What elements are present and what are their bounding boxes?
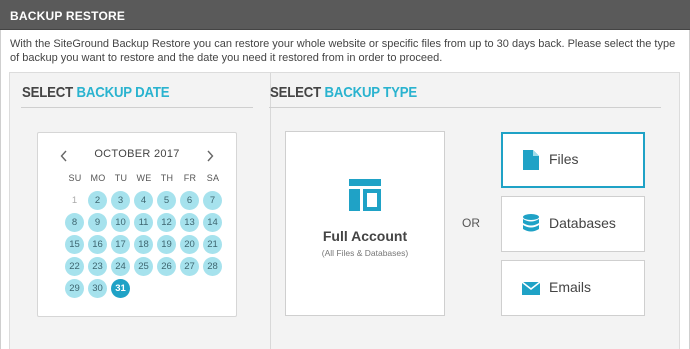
- calendar-day[interactable]: 26: [157, 257, 176, 276]
- databases-option[interactable]: Databases: [501, 196, 645, 252]
- calendar-day[interactable]: 20: [180, 235, 199, 254]
- calendar-day[interactable]: 16: [88, 235, 107, 254]
- calendar-day[interactable]: 4: [134, 191, 153, 210]
- files-option[interactable]: Files: [501, 132, 645, 188]
- date-calendar: OCTOBER 2017 SU MO TU WE TH FR SA 1 2 3 4 5 6 7 8 9 10 11…: [37, 132, 237, 317]
- calendar-day[interactable]: 14: [203, 213, 222, 232]
- layout-icon: [349, 179, 381, 211]
- calendar-day[interactable]: 29: [65, 279, 84, 298]
- calendar-day[interactable]: 21: [203, 235, 222, 254]
- calendar-day[interactable]: 5: [157, 191, 176, 210]
- full-account-option[interactable]: Full Account (All Files & Databases): [285, 131, 445, 316]
- full-account-subtitle: (All Files & Databases): [321, 248, 409, 258]
- column-divider: [270, 73, 271, 349]
- file-icon: [523, 150, 539, 170]
- calendar-day[interactable]: 18: [134, 235, 153, 254]
- calendar-day[interactable]: 9: [88, 213, 107, 232]
- date-heading-plain: SELECT: [22, 84, 74, 101]
- calendar-day[interactable]: 27: [180, 257, 199, 276]
- calendar-day[interactable]: 24: [111, 257, 130, 276]
- calendar-day[interactable]: 22: [65, 257, 84, 276]
- weekday-label: TH: [160, 173, 174, 183]
- envelope-icon: [522, 281, 540, 295]
- date-heading-accent: BACKUP DATE: [76, 84, 170, 101]
- calendar-day[interactable]: 15: [65, 235, 84, 254]
- calendar-day[interactable]: 19: [157, 235, 176, 254]
- calendar-day[interactable]: 17: [111, 235, 130, 254]
- type-heading-plain: SELECT: [270, 84, 322, 101]
- calendar-day[interactable]: 6: [180, 191, 199, 210]
- calendar-day[interactable]: 7: [203, 191, 222, 210]
- calendar-day[interactable]: 11: [134, 213, 153, 232]
- calendar-day[interactable]: 10: [111, 213, 130, 232]
- description-text: With the SiteGround Backup Restore you c…: [10, 38, 676, 64]
- panel-title: BACKUP RESTORE: [0, 0, 690, 30]
- database-icon: [523, 214, 539, 232]
- restore-content: SELECT BACKUP DATE OCTOBER 2017 SU MO TU WE…: [9, 72, 680, 349]
- calendar-day[interactable]: 30: [88, 279, 107, 298]
- calendar-day[interactable]: 23: [88, 257, 107, 276]
- emails-label: Emails: [549, 279, 592, 295]
- emails-option[interactable]: Emails: [501, 260, 645, 316]
- weekday-label: MO: [90, 173, 106, 183]
- files-label: Files: [549, 151, 579, 167]
- databases-label: Databases: [549, 215, 616, 231]
- calendar-day[interactable]: 2: [88, 191, 107, 210]
- calendar-day: 1: [71, 195, 78, 206]
- type-section-heading: SELECT BACKUP TYPE: [270, 84, 417, 101]
- date-heading-rule: [21, 107, 253, 108]
- weekday-label: SA: [206, 173, 220, 183]
- calendar-day[interactable]: 3: [111, 191, 130, 210]
- calendar-day-selected[interactable]: 31: [111, 279, 130, 298]
- chevron-right-icon[interactable]: [206, 149, 214, 165]
- calendar-day[interactable]: 12: [157, 213, 176, 232]
- or-separator: OR: [462, 216, 480, 230]
- calendar-day[interactable]: 8: [65, 213, 84, 232]
- calendar-day[interactable]: 28: [203, 257, 222, 276]
- date-section-heading: SELECT BACKUP DATE: [22, 84, 170, 101]
- weekday-label: WE: [136, 173, 152, 183]
- type-heading-accent: BACKUP TYPE: [324, 84, 418, 101]
- type-heading-rule: [269, 107, 661, 108]
- calendar-day[interactable]: 13: [180, 213, 199, 232]
- weekday-label: FR: [183, 173, 197, 183]
- calendar-day[interactable]: 25: [134, 257, 153, 276]
- weekday-label: TU: [114, 173, 128, 183]
- weekday-label: SU: [68, 173, 82, 183]
- full-account-title: Full Account: [322, 228, 408, 244]
